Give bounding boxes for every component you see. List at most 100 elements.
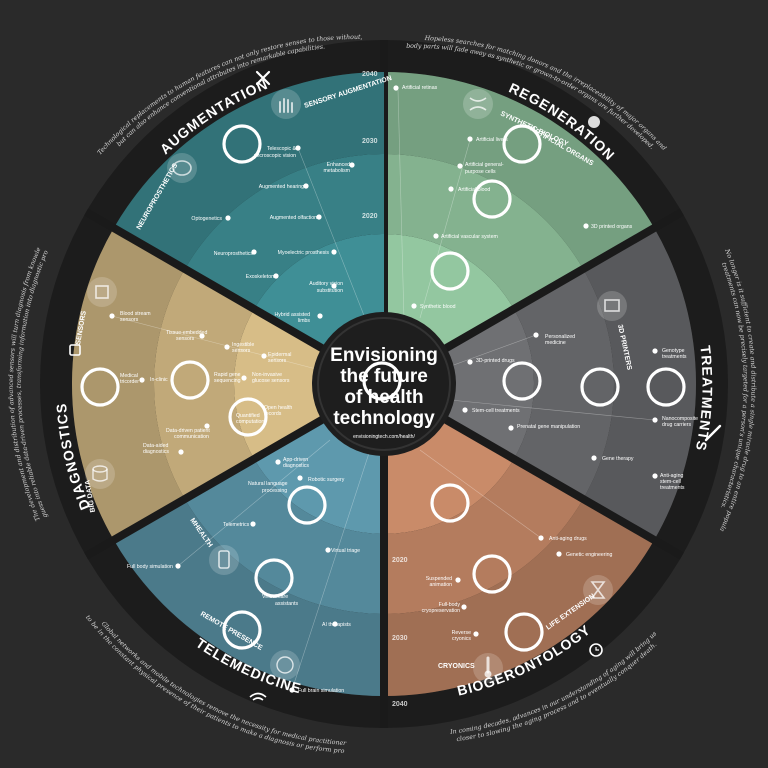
node-dot xyxy=(462,407,468,413)
node-dot xyxy=(508,425,514,431)
node-dot xyxy=(467,359,473,365)
thermometer-icon xyxy=(473,653,503,683)
label-genotype-2: treatments xyxy=(662,354,687,360)
label-quantified-2: computation xyxy=(236,419,264,425)
label-full-brain-simulation: Full brain simulation xyxy=(298,688,344,694)
brain-icon xyxy=(167,153,197,183)
label-stem-cell: Stem-cell treatments xyxy=(472,408,520,414)
node-dot xyxy=(325,547,331,553)
label-myoelectric: Myoelectric prosthesis xyxy=(278,250,330,256)
node-dot xyxy=(556,551,562,557)
label-data-driven-2: communication xyxy=(174,434,209,440)
year-2040-bottom: 2040 xyxy=(392,701,408,708)
year-2020-bottom: 2020 xyxy=(392,557,408,564)
node-dot xyxy=(652,473,658,479)
node-dot xyxy=(317,313,323,319)
label-augmented-olfaction: Augmented olfaction xyxy=(270,215,317,221)
label-enhanced-metabolism-2: metabolism xyxy=(323,168,350,174)
node-dot xyxy=(275,459,281,465)
label-augmented-hearing: Augmented hearing xyxy=(259,184,304,190)
label-telemetrics: Telemetrics xyxy=(223,522,250,528)
node-dot xyxy=(457,163,463,169)
label-full-body-cryo-2: cryopreservation xyxy=(422,608,460,614)
label-telescopic-1: Telescopic & xyxy=(267,146,297,152)
label-telescopic-2: microscopic vision xyxy=(254,153,296,159)
node-dot xyxy=(461,604,467,610)
node-dot xyxy=(393,85,399,91)
node-dot xyxy=(225,215,231,221)
label-rapid-gene-2: sequencing xyxy=(214,378,241,384)
node-dot xyxy=(583,223,589,229)
subcategory-cryonics: CRYONICS xyxy=(438,663,475,670)
node-dot xyxy=(473,631,479,637)
node-dot xyxy=(250,521,256,527)
label-synthetic-blood: Synthetic blood xyxy=(420,304,456,310)
label-app-driven-2: diagnostics xyxy=(283,463,309,469)
hand-icon xyxy=(271,89,301,119)
label-3d-printed-organs: 3D printed organs xyxy=(591,224,633,230)
label-non-invasive-2: glucose sensors xyxy=(252,378,290,384)
label-hybrid-2: limbs xyxy=(298,318,311,324)
label-data-aided-2: diagnostics xyxy=(143,449,169,455)
database-icon xyxy=(85,459,115,489)
label-general-cells-2: purpose cells xyxy=(465,169,496,175)
node-dot xyxy=(455,577,461,583)
label-auditory-1: Auditory vision xyxy=(309,281,343,287)
label-artificial-retinas: Artificial retinas xyxy=(402,85,438,91)
node-dot xyxy=(139,377,145,383)
heart-icon xyxy=(588,116,600,128)
node-dot xyxy=(411,303,417,309)
label-vascular-system: Artificial vascular system xyxy=(441,234,498,240)
label-exoskeleton: Exoskeleton xyxy=(246,274,274,280)
year-2040-top: 2040 xyxy=(362,71,378,78)
node-dot xyxy=(331,249,337,255)
label-personalized-2: medicine xyxy=(545,340,566,346)
year-2020-top: 2020 xyxy=(362,213,378,220)
health-technology-wheel: AUGMENTATION REGENERATION TREATMENTS BIO… xyxy=(0,0,757,755)
label-neuroprosthetics: Neuroprosthetics xyxy=(214,251,254,257)
label-general-cells-1: Artificial general- xyxy=(465,162,504,168)
label-nanocomposite-2: drug carriers xyxy=(662,422,692,428)
label-optogenetics: Optogenetics xyxy=(191,216,222,222)
node-dot xyxy=(303,183,309,189)
label-epidermal-2: sensors xyxy=(268,358,287,364)
label-nlp-2: processing xyxy=(262,488,287,494)
year-2030-bottom: 2030 xyxy=(392,635,408,642)
node-dot xyxy=(591,455,597,461)
label-tricorder-2: tricorder xyxy=(120,379,139,385)
hourglass-icon xyxy=(583,575,613,605)
label-auditory-2: substitution xyxy=(317,288,343,294)
label-robotic-surgery: Robotic surgery xyxy=(308,477,345,483)
label-ai-therapists: AI therapists xyxy=(322,622,351,628)
chip-icon xyxy=(87,277,117,307)
label-tissue-embedded-2: sensors xyxy=(176,336,195,342)
label-3d-printed-drugs: 3D-printed drugs xyxy=(476,358,515,364)
node-dot xyxy=(652,348,658,354)
label-suspended-2: animation xyxy=(430,582,453,588)
label-anti-aging-stem-3: treatments xyxy=(660,485,685,491)
node-dot xyxy=(178,449,184,455)
center-title-line-2: the future xyxy=(340,366,428,387)
label-blood-stream-2: sensors xyxy=(120,317,139,323)
phone-icon xyxy=(209,545,239,575)
label-ingestible-2: sensors xyxy=(232,348,251,354)
label-reverse-cryonics-2: cryonics xyxy=(452,636,471,642)
node-dot xyxy=(316,214,322,220)
label-nlp-1: Natural language xyxy=(248,481,288,487)
dna-icon xyxy=(463,89,493,119)
node-dot xyxy=(297,475,303,481)
label-full-body-simulation: Full body simulation xyxy=(127,564,173,570)
node-dot xyxy=(448,186,454,192)
globe-icon xyxy=(270,650,300,680)
label-genetic-engineering: Genetic engineering xyxy=(566,552,613,558)
label-virtual-care-2: assistants xyxy=(275,601,298,607)
label-in-clinic: In-clinic xyxy=(150,377,168,383)
year-2030-top: 2030 xyxy=(362,138,378,145)
diagnostics-description-2: guess into reliable data-driven processe… xyxy=(0,3,50,519)
node-dot xyxy=(349,162,355,168)
node-dot xyxy=(433,233,439,239)
printer-icon xyxy=(597,291,627,321)
node-dot xyxy=(241,375,247,381)
label-prenatal: Prenatal gene manipulation xyxy=(517,424,580,430)
center-url: envisioningtech.com/health/ xyxy=(353,434,415,440)
